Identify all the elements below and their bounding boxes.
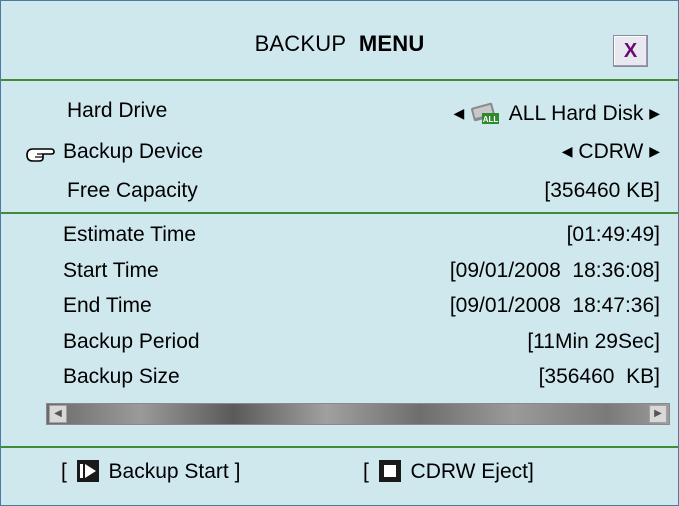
backup-start-open-bracket: [: [61, 460, 67, 483]
backup-size-label: Backup Size: [63, 365, 180, 388]
hard-drive-row[interactable]: Hard Drive ◀ ALL ALL Hard Disk ▶: [67, 99, 660, 129]
backup-period-value: [11Min 29Sec]: [527, 330, 660, 353]
eject-icon: [378, 460, 401, 482]
left-arrow-icon[interactable]: ◀: [562, 143, 573, 160]
backup-size-row: Backup Size [356460 KB]: [63, 365, 660, 395]
start-time-label: Start Time: [63, 259, 159, 282]
backup-period-label: Backup Period: [63, 330, 200, 353]
backup-size-value: [356460 KB]: [538, 365, 660, 388]
backup-start-close-bracket: ]: [234, 460, 241, 483]
scroll-left-button[interactable]: ◀: [49, 405, 67, 423]
menu-title: BACKUP MENU: [1, 31, 678, 57]
title-bar: BACKUP MENU X: [1, 1, 678, 79]
pointing-hand-icon: [26, 148, 55, 162]
backup-menu-window: BACKUP MENU X Hard Drive ◀ ALL ALL Hard …: [0, 0, 679, 506]
backup-start-button[interactable]: [ Backup Start ]: [61, 460, 240, 490]
divider-bottom: [1, 446, 678, 448]
right-arrow-icon[interactable]: ▶: [649, 143, 660, 160]
backup-device-value: CDRW: [578, 140, 644, 163]
menu-title-bold: MENU: [358, 31, 425, 56]
close-button[interactable]: X: [613, 35, 648, 67]
right-arrow-icon[interactable]: ▶: [649, 105, 660, 122]
backup-device-selector[interactable]: ◀ CDRW ▶: [562, 140, 660, 164]
start-time-value: [09/01/2008 18:36:08]: [449, 259, 660, 282]
hard-disk-icon: ALL: [471, 102, 500, 124]
cdrw-eject-button[interactable]: [ CDRW Eject]: [363, 460, 534, 490]
end-time-label: End Time: [63, 294, 152, 317]
divider-top: [1, 79, 678, 81]
scroll-right-button[interactable]: ▶: [649, 405, 667, 423]
divider-middle: [1, 212, 678, 214]
hard-disk-icon-label: ALL: [483, 115, 499, 124]
hard-drive-value: ALL Hard Disk: [508, 102, 644, 125]
backup-start-icon: [76, 460, 99, 482]
estimate-time-row: Estimate Time [01:49:49]: [63, 223, 660, 253]
hard-drive-selector[interactable]: ◀ ALL ALL Hard Disk ▶: [453, 99, 660, 126]
left-arrow-icon[interactable]: ◀: [453, 105, 464, 122]
end-time-row: End Time [09/01/2008 18:47:36]: [63, 294, 660, 324]
free-capacity-row: Free Capacity [356460 KB]: [67, 179, 660, 209]
backup-device-label: Backup Device: [63, 140, 204, 163]
free-capacity-label: Free Capacity: [67, 179, 198, 202]
close-icon: X: [623, 39, 638, 62]
hard-drive-label: Hard Drive: [67, 99, 168, 122]
backup-device-row[interactable]: Backup Device ◀ CDRW ▶: [63, 140, 660, 170]
backup-progress-scrollbar[interactable]: ◀ ▶: [46, 403, 670, 425]
backup-period-row: Backup Period [11Min 29Sec]: [63, 330, 660, 360]
menu-title-normal: BACKUP: [254, 31, 347, 56]
cdrw-eject-label: CDRW Eject]: [410, 460, 534, 483]
start-time-row: Start Time [09/01/2008 18:36:08]: [63, 259, 660, 289]
cdrw-eject-open-bracket: [: [363, 460, 369, 483]
free-capacity-value: [356460 KB]: [544, 179, 660, 202]
estimate-time-value: [01:49:49]: [566, 223, 660, 246]
end-time-value: [09/01/2008 18:47:36]: [449, 294, 660, 317]
backup-start-label: Backup Start: [108, 460, 229, 483]
estimate-time-label: Estimate Time: [63, 223, 197, 246]
